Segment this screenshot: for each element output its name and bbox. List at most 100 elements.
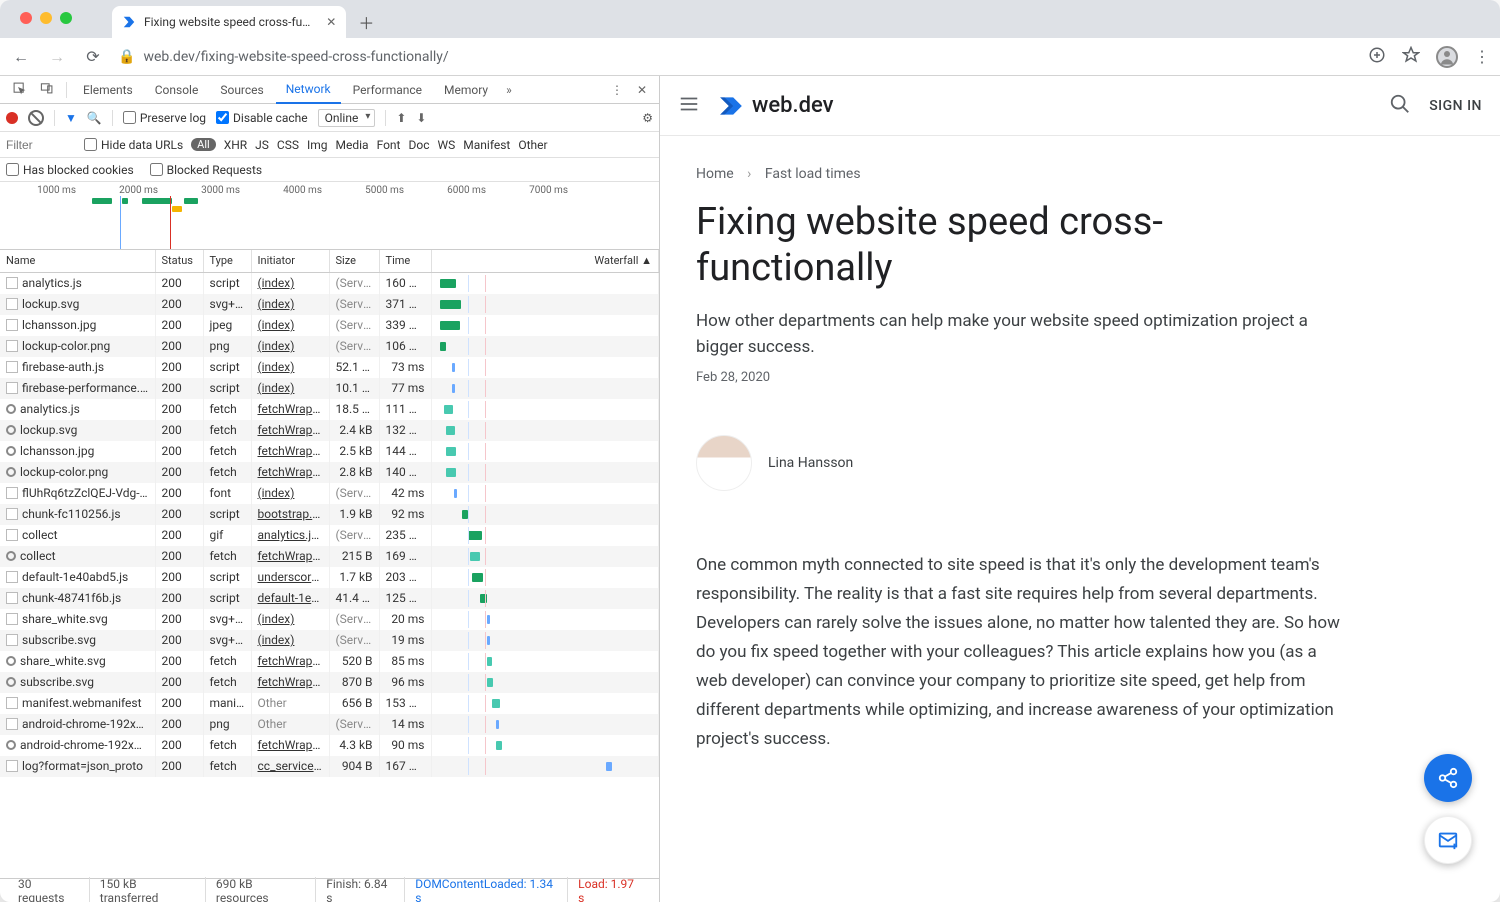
table-row[interactable]: collect200gifanalytics.js:36(Servi…235 m… — [0, 525, 659, 546]
filter-bar-2: Has blocked cookies Blocked Requests — [0, 158, 659, 182]
maximize-window-button[interactable] — [60, 12, 72, 24]
tab-network[interactable]: Network — [276, 76, 341, 104]
device-toggle-icon[interactable] — [34, 81, 60, 98]
network-table[interactable]: NameStatusTypeInitiatorSizeTimeWaterfall… — [0, 250, 659, 878]
preserve-log-checkbox[interactable]: Preserve log — [123, 111, 206, 125]
network-toolbar: ▼ 🔍 Preserve log Disable cache Online ⬆ … — [0, 104, 659, 132]
status-bar: 30 requests 150 kB transferred 690 kB re… — [0, 878, 659, 902]
table-row[interactable]: android-chrome-192x…200fetchfetchWrapp…4… — [0, 735, 659, 756]
col-status[interactable]: Status — [155, 250, 203, 272]
upload-har-icon[interactable]: ⬆ — [396, 111, 406, 125]
inspect-icon[interactable] — [6, 81, 32, 98]
table-row[interactable]: firebase-performance.js200script(index)1… — [0, 378, 659, 399]
table-row[interactable]: subscribe.svg200svg+…(index)(Servi…19 ms — [0, 630, 659, 651]
settings-icon[interactable]: ⚙ — [642, 111, 653, 125]
brand-text: web.dev — [752, 93, 834, 118]
search-icon[interactable]: 🔍 — [87, 111, 102, 125]
author-name[interactable]: Lina Hansson — [768, 455, 853, 471]
table-row[interactable]: analytics.js200fetchfetchWrapp…18.5 kB11… — [0, 399, 659, 420]
table-row[interactable]: collect200fetchfetchWrapp…215 B169 ms — [0, 546, 659, 567]
tab-console[interactable]: Console — [145, 76, 209, 104]
table-row[interactable]: chunk-48741f6b.js200scriptdefault-1e4…41… — [0, 588, 659, 609]
type-filter-ws[interactable]: WS — [437, 138, 455, 152]
type-filter-xhr[interactable]: XHR — [224, 138, 247, 152]
breadcrumb-section[interactable]: Fast load times — [765, 166, 861, 182]
col-type[interactable]: Type — [203, 250, 251, 272]
table-row[interactable]: android-chrome-192x192.…200pngOther(Serv… — [0, 714, 659, 735]
type-filter-doc[interactable]: Doc — [408, 138, 429, 152]
table-row[interactable]: chunk-fc110256.js200scriptbootstrap.js:1… — [0, 504, 659, 525]
hide-data-urls-checkbox[interactable]: Hide data URLs — [84, 138, 183, 152]
type-filter-manifest[interactable]: Manifest — [463, 138, 510, 152]
logo[interactable]: web.dev — [718, 93, 834, 119]
devtools-tabs: Elements Console Sources Network Perform… — [0, 76, 659, 104]
kebab-menu-icon[interactable]: ⋮ — [1474, 47, 1490, 66]
search-button[interactable] — [1389, 93, 1411, 119]
tab-performance[interactable]: Performance — [343, 76, 432, 104]
breadcrumb-home[interactable]: Home — [696, 166, 734, 182]
tab-sources[interactable]: Sources — [210, 76, 273, 104]
disable-cache-checkbox[interactable]: Disable cache — [216, 111, 308, 125]
devtools-kebab-icon[interactable]: ⋮ — [605, 83, 629, 97]
type-filter-all[interactable]: All — [191, 138, 216, 151]
table-row[interactable]: share_white.svg200svg+…(index)(Servi…20 … — [0, 609, 659, 630]
type-filter-img[interactable]: Img — [307, 138, 328, 152]
table-row[interactable]: lockup.svg200svg+…(index)(Servi…371 ms — [0, 294, 659, 315]
col-name[interactable]: Name — [0, 250, 155, 272]
new-tab-button[interactable]: ＋ — [352, 8, 380, 36]
timeline-overview[interactable]: 1000 ms2000 ms3000 ms4000 ms5000 ms6000 … — [0, 182, 659, 250]
type-filter-other[interactable]: Other — [518, 138, 547, 152]
col-time[interactable]: Time — [379, 250, 431, 272]
type-filter-css[interactable]: CSS — [277, 138, 299, 152]
install-icon[interactable] — [1368, 46, 1386, 68]
status-requests: 30 requests — [8, 877, 90, 902]
tab-elements[interactable]: Elements — [73, 76, 143, 104]
table-row[interactable]: share_white.svg200fetchfetchWrapp…520 B8… — [0, 651, 659, 672]
devtools-close-icon[interactable]: ✕ — [631, 83, 653, 97]
back-button[interactable]: ← — [10, 47, 32, 67]
bookmark-icon[interactable] — [1402, 46, 1420, 68]
minimize-window-button[interactable] — [40, 12, 52, 24]
table-row[interactable]: lockup-color.png200png(index)(Servi…106 … — [0, 336, 659, 357]
table-row[interactable]: lockup-color.png200fetchfetchWrapp…2.8 k… — [0, 462, 659, 483]
reload-button[interactable]: ⟳ — [82, 47, 104, 66]
signin-button[interactable]: SIGN IN — [1429, 98, 1482, 114]
blocked-requests-checkbox[interactable]: Blocked Requests — [150, 163, 262, 177]
subscribe-fab[interactable] — [1424, 816, 1472, 864]
table-row[interactable]: firebase-auth.js200script(index)52.1 kB7… — [0, 357, 659, 378]
browser-tab[interactable]: Fixing website speed cross-fu… ✕ — [112, 6, 346, 38]
table-row[interactable]: default-1e40abd5.js200scriptunderscore-…… — [0, 567, 659, 588]
throttling-select[interactable]: Online — [318, 109, 376, 127]
profile-icon[interactable] — [1436, 46, 1458, 68]
close-tab-icon[interactable]: ✕ — [326, 15, 336, 29]
filter-toggle-icon[interactable]: ▼ — [65, 111, 77, 125]
table-row[interactable]: log?format=json_proto200fetchcc_service.… — [0, 756, 659, 777]
col-size[interactable]: Size — [329, 250, 379, 272]
table-row[interactable]: manifest.webmanifest200manif…Other656 B1… — [0, 693, 659, 714]
download-har-icon[interactable]: ⬇ — [416, 111, 426, 125]
col-initiator[interactable]: Initiator — [251, 250, 329, 272]
share-fab[interactable] — [1424, 754, 1472, 802]
table-row[interactable]: analytics.js200script(index)(Servi…160 m… — [0, 272, 659, 294]
clear-button[interactable] — [28, 110, 44, 126]
type-filter-media[interactable]: Media — [336, 138, 369, 152]
more-tabs-icon[interactable]: » — [500, 83, 518, 97]
col-waterfall[interactable]: Waterfall ▲ — [431, 250, 659, 272]
forward-button[interactable]: → — [46, 47, 68, 67]
type-filter-font[interactable]: Font — [377, 138, 401, 152]
menu-icon[interactable] — [678, 93, 700, 119]
article-body: One common myth connected to site speed … — [696, 551, 1344, 753]
table-row[interactable]: flUhRq6tzZclQEJ-Vdg-Iui…200font(index)(S… — [0, 483, 659, 504]
table-row[interactable]: subscribe.svg200fetchfetchWrapp…870 B96 … — [0, 672, 659, 693]
blocked-cookies-checkbox[interactable]: Has blocked cookies — [6, 163, 134, 177]
address-bar[interactable]: 🔒 web.dev/fixing-website-speed-cross-fun… — [118, 49, 1354, 65]
filter-input[interactable] — [6, 138, 76, 152]
type-filter-js[interactable]: JS — [255, 138, 269, 152]
table-row[interactable]: lchansson.jpg200fetchfetchWrapp…2.5 kB14… — [0, 441, 659, 462]
table-row[interactable]: lockup.svg200fetchfetchWrapp…2.4 kB132 m… — [0, 420, 659, 441]
record-button[interactable] — [6, 112, 18, 124]
close-window-button[interactable] — [20, 12, 32, 24]
chevron-right-icon: › — [747, 166, 751, 182]
table-row[interactable]: lchansson.jpg200jpeg(index)(Servi…339 ms — [0, 315, 659, 336]
tab-memory[interactable]: Memory — [434, 76, 498, 104]
